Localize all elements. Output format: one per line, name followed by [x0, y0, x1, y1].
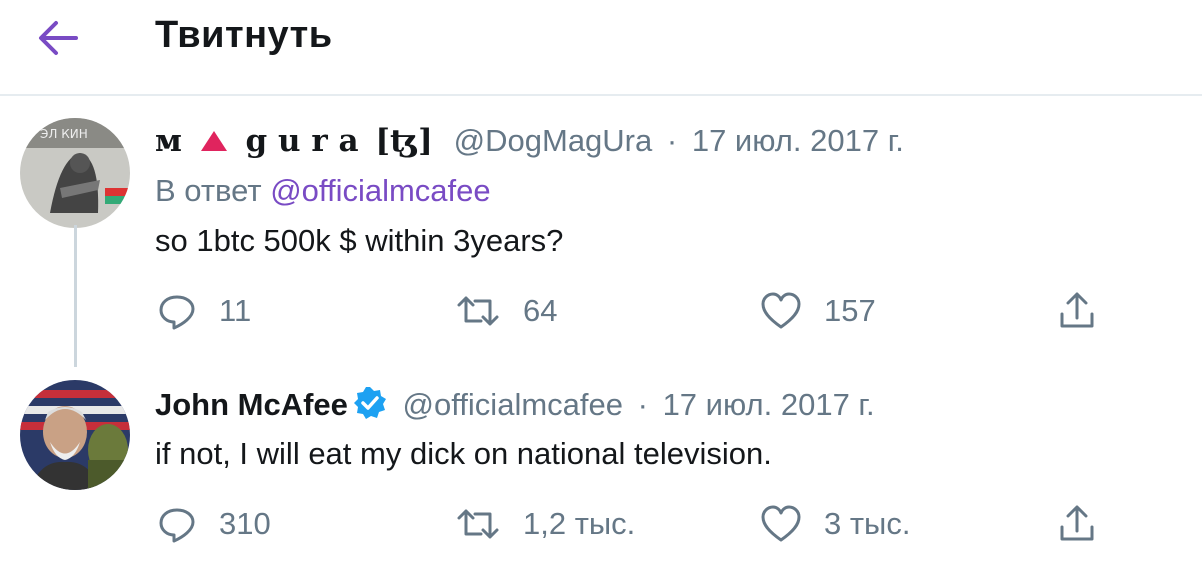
retweet-icon: [457, 296, 499, 326]
retweet-button[interactable]: 1,2 тыс.: [455, 499, 635, 549]
thread-line: [74, 225, 77, 367]
like-button[interactable]: 3 тыс.: [760, 499, 910, 549]
tweet-header: м g u r a [ꜩ] @DogMagUra · 17 июл. 2017 …: [155, 122, 904, 160]
avatar-dogmagura[interactable]: ЭЛ КИН: [20, 118, 130, 228]
tweet-text: if not, I will eat my dick on national t…: [155, 436, 772, 471]
share-icon: [1060, 292, 1094, 328]
timestamp[interactable]: 17 июл. 2017 г.: [663, 387, 875, 422]
share-icon: [1060, 505, 1094, 541]
avatar-mcafee[interactable]: [20, 380, 130, 490]
separator: ·: [666, 123, 678, 158]
red-triangle-icon: [200, 131, 227, 151]
retweet-icon: [457, 509, 499, 539]
handle[interactable]: @officialmcafee: [403, 387, 623, 422]
retweet-count: 64: [523, 293, 558, 328]
reply-context: В ответ @officialmcafee: [155, 172, 491, 210]
display-name[interactable]: John McAfee: [155, 387, 348, 422]
share-button[interactable]: [1057, 499, 1097, 549]
display-name[interactable]: м g u r a [ꜩ]: [155, 123, 444, 159]
tweet-text: so 1btc 500k $ within 3years?: [155, 223, 564, 258]
arrow-left-icon: [39, 21, 78, 55]
like-count: 3 тыс.: [824, 506, 911, 541]
reply-button[interactable]: 11: [157, 286, 251, 336]
timestamp[interactable]: 17 июл. 2017 г.: [692, 123, 904, 158]
page-title: Твитнуть: [155, 14, 333, 56]
reply-button[interactable]: 310: [157, 499, 271, 549]
reply-count: 310: [219, 506, 271, 541]
reply-icon: [159, 295, 195, 330]
reply-mention[interactable]: @officialmcafee: [270, 173, 490, 208]
handle[interactable]: @DogMagUra: [454, 123, 653, 158]
share-button[interactable]: [1057, 286, 1097, 336]
verified-badge-icon: [353, 387, 386, 419]
tweet-header: John McAfee @officialmcafee · 17 июл. 20…: [155, 385, 875, 424]
retweet-button[interactable]: 64: [455, 286, 557, 336]
back-button[interactable]: [36, 18, 80, 58]
tweet-actions: 11 64 157: [155, 286, 1105, 336]
svg-text:ЭЛ КИН: ЭЛ КИН: [40, 127, 88, 141]
like-button[interactable]: 157: [760, 286, 876, 336]
like-count: 157: [824, 293, 876, 328]
retweet-count: 1,2 тыс.: [523, 506, 636, 541]
reply-prefix: В ответ: [155, 173, 262, 208]
tweet-actions: 310 1,2 тыс. 3 тыс.: [155, 499, 1105, 549]
separator: ·: [637, 387, 648, 422]
reply-icon: [159, 508, 195, 543]
heart-icon: [761, 505, 801, 542]
heart-icon: [761, 292, 801, 329]
reply-count: 11: [219, 293, 252, 328]
header: Твитнуть: [0, 0, 1202, 96]
